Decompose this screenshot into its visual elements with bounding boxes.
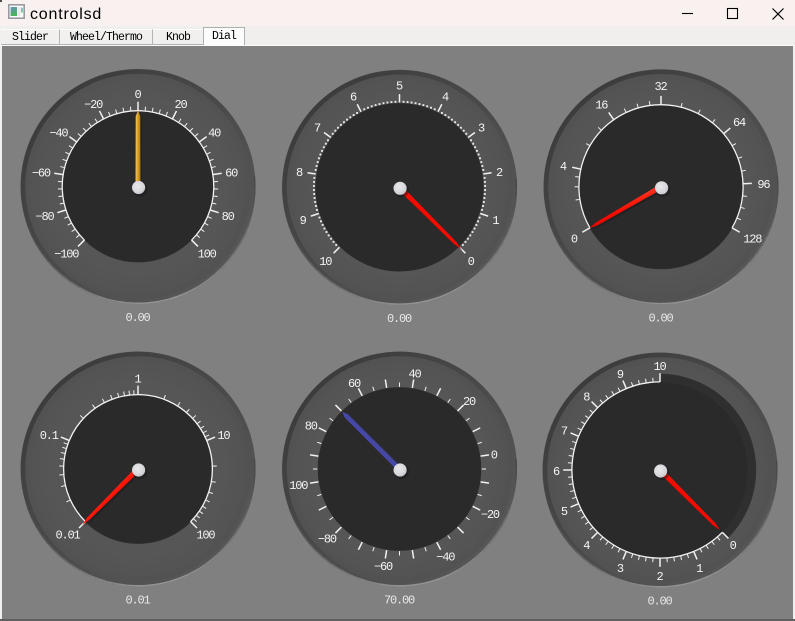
svg-text:1: 1 [134, 372, 141, 386]
svg-text:96: 96 [757, 178, 770, 192]
svg-text:0: 0 [468, 255, 475, 269]
svg-text:100: 100 [198, 247, 217, 261]
svg-text:0.01: 0.01 [55, 529, 80, 543]
svg-text:−40: −40 [436, 551, 455, 565]
svg-text:128: 128 [743, 232, 762, 246]
svg-text:0: 0 [571, 232, 578, 246]
svg-text:4: 4 [583, 539, 590, 553]
svg-text:5: 5 [561, 505, 568, 519]
svg-text:20: 20 [175, 98, 188, 112]
svg-text:80: 80 [222, 210, 235, 224]
svg-text:20: 20 [463, 395, 476, 409]
svg-text:32: 32 [654, 80, 667, 94]
svg-text:0.00: 0.00 [648, 311, 673, 325]
svg-text:80: 80 [305, 420, 318, 434]
svg-text:7: 7 [561, 425, 568, 439]
svg-text:9: 9 [617, 368, 624, 382]
svg-text:0.00: 0.00 [647, 595, 672, 609]
svg-text:0.00: 0.00 [387, 312, 412, 326]
svg-text:−60: −60 [374, 560, 393, 574]
svg-text:9: 9 [300, 214, 307, 228]
svg-text:4: 4 [442, 91, 449, 105]
svg-text:6: 6 [553, 465, 560, 479]
svg-text:0: 0 [491, 449, 498, 463]
svg-text:−80: −80 [35, 210, 54, 224]
svg-text:0.00: 0.00 [125, 311, 150, 325]
svg-text:3: 3 [478, 122, 485, 136]
svg-text:40: 40 [408, 368, 421, 382]
svg-text:7: 7 [314, 122, 321, 136]
svg-text:60: 60 [225, 167, 238, 181]
svg-text:1: 1 [696, 562, 703, 576]
svg-text:3: 3 [617, 562, 624, 576]
svg-text:−20: −20 [84, 98, 103, 112]
svg-text:−80: −80 [318, 533, 337, 547]
svg-text:100: 100 [196, 529, 215, 543]
svg-text:6: 6 [350, 91, 357, 105]
svg-text:0: 0 [730, 539, 737, 553]
svg-text:8: 8 [296, 166, 303, 180]
svg-text:0: 0 [134, 88, 141, 102]
svg-text:5: 5 [396, 79, 403, 93]
svg-text:1: 1 [492, 214, 499, 228]
svg-text:0.1: 0.1 [40, 429, 59, 443]
svg-text:0.01: 0.01 [125, 594, 150, 608]
svg-text:40: 40 [208, 126, 221, 140]
svg-text:4: 4 [560, 160, 567, 174]
svg-text:10: 10 [217, 429, 230, 443]
svg-text:16: 16 [595, 99, 608, 113]
svg-text:2: 2 [656, 570, 663, 584]
svg-text:100: 100 [289, 479, 308, 493]
svg-text:−100: −100 [54, 247, 79, 261]
svg-text:−40: −40 [49, 126, 68, 140]
svg-text:60: 60 [348, 377, 361, 391]
svg-text:8: 8 [583, 391, 590, 405]
svg-text:2: 2 [496, 166, 503, 180]
svg-text:64: 64 [733, 116, 746, 130]
svg-text:10: 10 [653, 360, 666, 374]
svg-text:−60: −60 [32, 167, 51, 181]
svg-text:−20: −20 [481, 508, 500, 522]
svg-text:70.00: 70.00 [384, 594, 415, 608]
svg-text:10: 10 [319, 255, 332, 269]
